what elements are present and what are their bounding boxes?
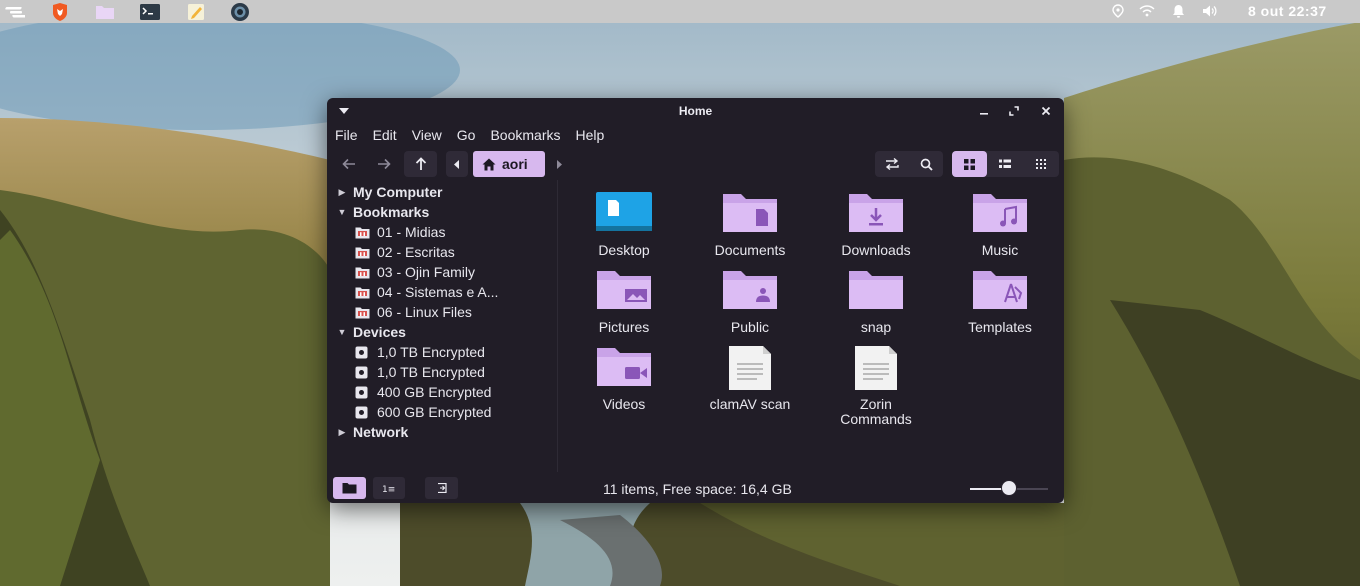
hide-sidebar-icon[interactable] <box>425 477 458 499</box>
sidebar-item-device[interactable]: 1,0 TB Encrypted <box>327 362 485 382</box>
public-folder-icon <box>723 271 777 309</box>
home-icon <box>482 158 496 170</box>
top-panel: 8 out 22:37 <box>0 0 1360 23</box>
terminal-icon[interactable] <box>139 2 161 21</box>
toolbar: aori <box>327 148 1064 180</box>
drive-icon <box>355 405 371 419</box>
file-item-downloads[interactable]: Downloads <box>820 192 932 258</box>
status-text: 11 items, Free space: 16,4 GB <box>603 481 792 497</box>
sidebar-section-my-computer[interactable]: ▶ My Computer <box>327 182 443 202</box>
camera-icon[interactable] <box>229 2 251 21</box>
sidebar-item-bookmark[interactable]: 04 - Sistemas e A... <box>327 282 498 302</box>
desktop-folder-icon <box>596 192 652 231</box>
sidebar-item-bookmark[interactable]: 01 - Midias <box>327 222 445 242</box>
breadcrumb-home[interactable]: aori <box>473 151 545 177</box>
sidebar-section-devices[interactable]: ▼ Devices <box>327 322 406 342</box>
location-icon[interactable] <box>1110 3 1126 19</box>
videos-folder-icon <box>597 348 651 386</box>
collapse-arrow-icon[interactable]: ▼ <box>335 207 349 217</box>
templates-folder-icon <box>973 271 1027 309</box>
bookmark-folder-icon <box>355 285 371 299</box>
close-icon[interactable] <box>1038 103 1054 119</box>
menu-view[interactable]: View <box>404 124 450 146</box>
file-item-clamav-scan[interactable]: clamAV scan <box>694 346 806 412</box>
sidebar-item-device[interactable]: 600 GB Encrypted <box>327 402 491 422</box>
maximize-icon[interactable] <box>1006 103 1022 119</box>
drive-icon <box>355 345 371 359</box>
text-editor-icon[interactable] <box>185 2 207 21</box>
file-item-zorin-commands[interactable]: Zorin Commands <box>820 346 932 427</box>
sidebar-item-bookmark[interactable]: 06 - Linux Files <box>327 302 472 322</box>
expand-arrow-icon[interactable]: ▶ <box>335 187 349 198</box>
text-file-icon <box>855 346 897 390</box>
file-item-templates[interactable]: Templates <box>944 269 1056 335</box>
clock[interactable]: 8 out 22:37 <box>1248 3 1327 19</box>
bookmark-folder-icon <box>355 305 371 319</box>
toolbar-actions <box>875 151 943 177</box>
wifi-icon[interactable] <box>1138 3 1156 19</box>
sidebar-item-bookmark[interactable]: 03 - Ojin Family <box>327 262 475 282</box>
sidebar-item-device[interactable]: 1,0 TB Encrypted <box>327 342 485 362</box>
sidebar-section-network[interactable]: ▶ Network <box>327 422 409 442</box>
toggle-location-icon[interactable] <box>875 151 909 177</box>
file-item-pictures[interactable]: Pictures <box>568 269 680 335</box>
volume-icon[interactable] <box>1201 3 1219 19</box>
window-title: Home <box>678 104 713 118</box>
folder-icon <box>849 271 903 309</box>
list-view-icon[interactable] <box>987 151 1023 177</box>
menu-bar: File Edit View Go Bookmarks Help <box>327 124 611 146</box>
notification-bell-icon[interactable] <box>1170 3 1186 19</box>
sidebar-item-bookmark[interactable]: 02 - Escritas <box>327 242 455 262</box>
breadcrumb-right-icon[interactable] <box>551 151 567 177</box>
view-mode-switcher <box>952 151 1059 177</box>
menu-edit[interactable]: Edit <box>365 124 405 146</box>
search-icon[interactable] <box>909 151 943 177</box>
sidebar-item-device[interactable]: 400 GB Encrypted <box>327 382 491 402</box>
show-treeview-icon[interactable]: 1≡ <box>373 477 405 499</box>
menu-go[interactable]: Go <box>449 124 484 146</box>
drive-icon <box>355 365 371 379</box>
menu-bookmarks[interactable]: Bookmarks <box>482 124 568 146</box>
file-item-documents[interactable]: Documents <box>694 192 806 258</box>
file-grid: Desktop Documents Downloads Music Pictur… <box>558 180 1064 472</box>
file-item-music[interactable]: Music <box>944 192 1056 258</box>
forward-arrow-icon[interactable] <box>370 151 398 177</box>
zoom-slider-handle[interactable] <box>1001 480 1017 496</box>
minimize-icon[interactable] <box>976 103 992 119</box>
file-item-videos[interactable]: Videos <box>568 346 680 412</box>
documents-folder-icon <box>723 194 777 232</box>
svg-text:1≡: 1≡ <box>382 485 395 493</box>
breadcrumb-label: aori <box>502 156 528 172</box>
title-bar[interactable]: Home <box>327 98 1064 124</box>
file-item-desktop[interactable]: Desktop <box>568 192 680 258</box>
bookmark-folder-icon <box>355 245 371 259</box>
sidebar-section-bookmarks[interactable]: ▼ Bookmarks <box>327 202 430 222</box>
file-item-snap[interactable]: snap <box>820 269 932 335</box>
breadcrumb-left-icon[interactable] <box>446 151 468 177</box>
back-arrow-icon[interactable] <box>335 151 363 177</box>
status-bar: 1≡ 11 items, Free space: 16,4 GB <box>327 472 1064 503</box>
file-manager-window: Home File Edit View Go Bookmarks Help ao… <box>327 98 1064 503</box>
show-places-icon[interactable] <box>333 477 366 499</box>
menu-help[interactable]: Help <box>568 124 613 146</box>
music-folder-icon <box>973 194 1027 232</box>
brave-icon[interactable] <box>49 2 71 21</box>
files-icon[interactable] <box>94 2 116 21</box>
text-file-icon <box>729 346 771 390</box>
bookmark-folder-icon <box>355 225 371 239</box>
collapse-arrow-icon[interactable]: ▼ <box>335 327 349 337</box>
icon-view-icon[interactable] <box>952 151 987 177</box>
file-item-public[interactable]: Public <box>694 269 806 335</box>
expand-arrow-icon[interactable]: ▶ <box>335 427 349 438</box>
sidebar: ▶ My Computer ▼ Bookmarks 01 - Midias 02… <box>327 180 558 472</box>
bookmark-folder-icon <box>355 265 371 279</box>
pictures-folder-icon <box>597 271 651 309</box>
drive-icon <box>355 385 371 399</box>
downloads-folder-icon <box>849 194 903 232</box>
menu-file[interactable]: File <box>327 124 366 146</box>
up-arrow-icon[interactable] <box>404 151 437 177</box>
compact-view-icon[interactable] <box>1023 151 1059 177</box>
zorin-menu-icon[interactable] <box>4 2 26 21</box>
